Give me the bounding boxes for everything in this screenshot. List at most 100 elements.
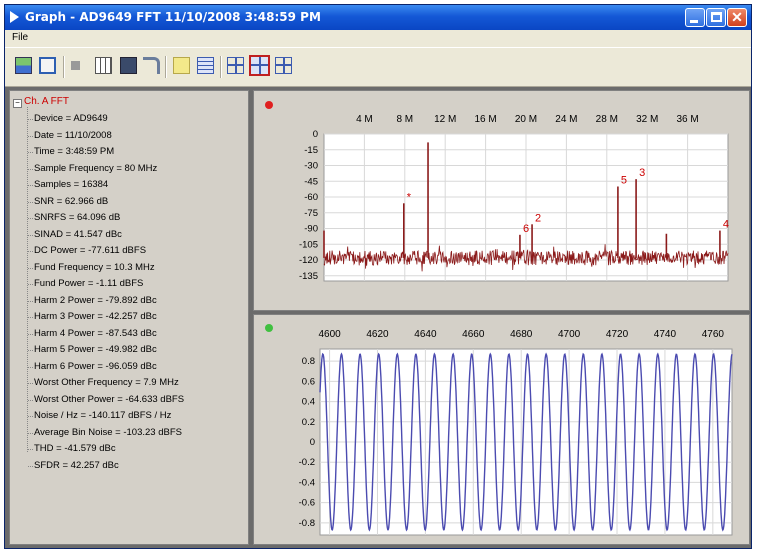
tree-connector <box>28 267 33 269</box>
zoom-fit-icon[interactable] <box>227 57 244 74</box>
fft-x-tick-label: 24 M <box>555 114 577 125</box>
tree-connector <box>28 317 33 318</box>
fft-y-tick-label: -120 <box>299 255 318 266</box>
fft-y-tick-label: -30 <box>304 161 318 172</box>
window-title: Graph - AD9649 FFT 11/10/2008 3:48:59 PM <box>25 10 321 24</box>
tree-connector <box>28 234 33 236</box>
tree-connector <box>28 218 33 219</box>
harmonic-marker-label: 5 <box>621 175 627 187</box>
tree-item[interactable]: Worst Other Power = -64.633 dBFS <box>28 394 184 405</box>
time-y-tick-label: -0.8 <box>299 518 315 529</box>
results-tree: − Ch. A FFT Device = AD9649 Date = 11/10/… <box>9 90 249 545</box>
tree-connector <box>28 416 33 417</box>
tree-connector <box>28 251 33 252</box>
zoom-select-icon[interactable] <box>249 55 270 76</box>
toolbar-separator <box>63 56 65 78</box>
time-x-tick-label: 4760 <box>702 329 725 340</box>
tree-item[interactable]: Sample Frequency = 80 MHz <box>28 163 157 174</box>
tree-root-node[interactable]: Ch. A FFT <box>24 96 69 107</box>
fft-y-tick-label: 0 <box>313 129 318 140</box>
maximize-icon <box>711 12 722 22</box>
fft-y-tick-label: -45 <box>304 176 318 187</box>
title-bar[interactable]: Graph - AD9649 FFT 11/10/2008 3:48:59 PM… <box>5 5 751 30</box>
tree-connector <box>28 201 33 203</box>
fft-y-tick-label: -135 <box>299 271 318 282</box>
time-y-tick-label: 0.8 <box>302 356 315 367</box>
graph-window: Graph - AD9649 FFT 11/10/2008 3:48:59 PM… <box>4 4 752 549</box>
tree-connector <box>28 350 33 351</box>
grid-icon[interactable] <box>95 57 112 74</box>
fft-chart-pane[interactable]: 4 M 8 M 12 M 16 M 20 M 24 M 28 M 32 M 36 M 0 -15 -3… <box>253 90 750 311</box>
time-domain-chart-pane[interactable]: 4600 4620 4640 4660 4680 4700 4720 4740 4760 0.8 0… <box>253 314 750 545</box>
harmonic-marker-label: * <box>407 191 412 203</box>
tree-connector <box>28 135 33 137</box>
zoom-pan-icon[interactable] <box>275 57 292 74</box>
status-indicator-dot <box>265 324 273 332</box>
toolbar <box>5 47 751 87</box>
tree-item[interactable]: SINAD = 41.547 dBc <box>28 229 122 240</box>
fft-x-tick-label: 32 M <box>636 114 658 125</box>
time-x-tick-label: 4720 <box>606 329 629 340</box>
close-button[interactable]: ✕ <box>727 8 747 27</box>
fft-x-tick-label: 28 M <box>596 114 618 125</box>
tree-item[interactable]: Harm 6 Power = -96.059 dBc <box>28 361 157 372</box>
harmonic-marker-label: 4 <box>723 219 729 231</box>
tree-connector <box>28 168 33 170</box>
tree-item[interactable]: Average Bin Noise = -103.23 dBFS <box>28 427 182 438</box>
grid-view-icon[interactable] <box>197 57 214 74</box>
tree-item[interactable]: Device = AD9649 <box>28 113 108 124</box>
fft-x-tick-label: 8 M <box>396 114 413 125</box>
tree-connector <box>28 449 33 450</box>
fft-x-tick-label: 16 M <box>474 114 496 125</box>
minimize-button[interactable] <box>685 8 705 27</box>
tree-item[interactable]: SNRFS = 64.096 dB <box>28 212 120 223</box>
tree-item[interactable]: DC Power = -77.611 dBFS <box>28 245 146 256</box>
fft-y-tick-label: -90 <box>304 224 318 235</box>
open-icon[interactable] <box>15 57 32 74</box>
time-y-tick-label: 0 <box>310 437 315 448</box>
time-x-tick-label: 4700 <box>558 329 581 340</box>
fft-x-tick-label: 4 M <box>356 114 373 125</box>
maximize-button[interactable] <box>706 8 726 27</box>
tree-connector <box>28 119 33 120</box>
fft-y-tick-label: -60 <box>304 192 318 203</box>
tree-connector <box>28 432 33 434</box>
harmonic-marker-label: 2 <box>535 212 541 224</box>
tree-item[interactable]: SNR = 62.966 dB <box>28 196 108 207</box>
fft-chart: 4 M 8 M 12 M 16 M 20 M 24 M 28 M 32 M 36 M 0 -15 -3… <box>265 101 729 282</box>
minimize-icon <box>690 20 698 23</box>
tree-item[interactable]: Harm 4 Power = -87.543 dBc <box>28 328 157 339</box>
tree-item[interactable]: Noise / Hz = -140.117 dBFS / Hz <box>28 410 171 421</box>
tree-item[interactable]: Time = 3:48:59 PM <box>28 146 114 157</box>
tree-item[interactable]: Harm 2 Power = -79.892 dBc <box>28 295 157 306</box>
stop-icon[interactable] <box>71 61 80 70</box>
tree-item[interactable]: SFDR = 42.257 dBc <box>28 460 119 471</box>
tree-connector <box>28 399 33 401</box>
fft-x-tick-label: 12 M <box>434 114 456 125</box>
tree-item[interactable]: Harm 3 Power = -42.257 dBc <box>28 311 157 322</box>
time-x-tick-label: 4680 <box>510 329 533 340</box>
save-icon[interactable] <box>120 57 137 74</box>
tree-connector <box>28 465 33 467</box>
display-icon[interactable] <box>39 57 56 74</box>
menu-file[interactable]: File <box>12 32 28 43</box>
note-icon[interactable] <box>173 57 190 74</box>
tree-item[interactable]: Samples = 16384 <box>28 179 108 190</box>
status-indicator-dot <box>265 101 273 109</box>
tree-item[interactable]: Worst Other Frequency = 7.9 MHz <box>28 377 179 388</box>
tree-item[interactable]: Fund Frequency = 10.3 MHz <box>28 262 155 273</box>
toolbar-separator <box>165 56 167 78</box>
tree-collapse-toggle[interactable]: − <box>13 99 22 108</box>
harmonic-marker-label: 6 <box>523 223 529 235</box>
tree-item[interactable]: THD = -41.579 dBc <box>28 443 116 454</box>
undo-icon[interactable] <box>143 57 160 74</box>
tree-connector <box>28 284 33 285</box>
tree-item[interactable]: Date = 11/10/2008 <box>28 130 112 141</box>
time-y-tick-label: 0.2 <box>302 417 315 428</box>
fft-x-tick-label: 36 M <box>676 114 698 125</box>
time-y-tick-label: -0.4 <box>299 477 315 488</box>
tree-item[interactable]: Harm 5 Power = -49.982 dBc <box>28 344 157 355</box>
tree-item[interactable]: Fund Power = -1.11 dBFS <box>28 278 143 289</box>
menu-bar: File <box>5 30 751 47</box>
time-y-tick-label: 0.6 <box>302 376 315 387</box>
